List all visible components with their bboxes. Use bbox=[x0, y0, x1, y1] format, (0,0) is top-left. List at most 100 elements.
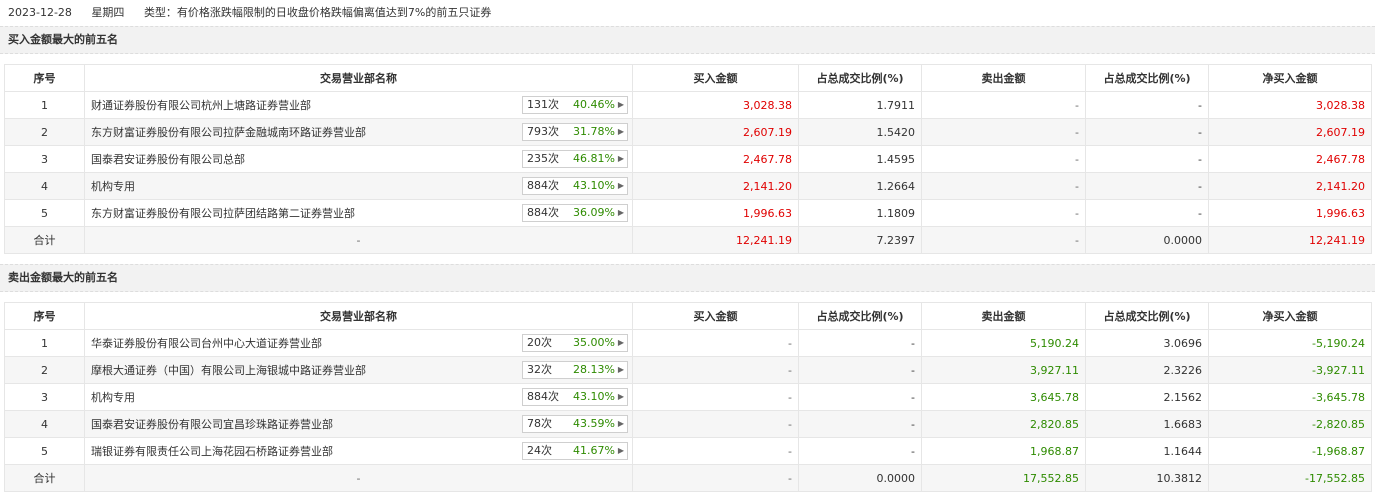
branch-name[interactable]: 财通证券股份有限公司杭州上塘路证券营业部 bbox=[91, 97, 311, 113]
col-buy-amount: 买入金额 bbox=[632, 64, 799, 92]
sell-amount: 2,820.85 bbox=[921, 410, 1086, 438]
caret-right-icon: ▶ bbox=[617, 338, 624, 347]
caret-right-icon: ▶ bbox=[617, 100, 624, 109]
sell-ratio: - bbox=[1085, 145, 1209, 173]
branch-name[interactable]: 摩根大通证券（中国）有限公司上海银城中路证券营业部 bbox=[91, 362, 366, 378]
caret-right-icon: ▶ bbox=[617, 154, 624, 163]
col-buy-ratio: 占总成交比例(%) bbox=[798, 302, 922, 330]
col-buy-amount: 买入金额 bbox=[632, 302, 799, 330]
success-rate-text: 31.78% bbox=[573, 125, 615, 138]
branch-name[interactable]: 国泰君安证券股份有限公司宜昌珍珠路证券营业部 bbox=[91, 416, 333, 432]
sell-amount: - bbox=[921, 199, 1086, 227]
table-row: 2 摩根大通证券（中国）有限公司上海银城中路证券营业部 32次 28.13% ▶ - -3,… bbox=[4, 356, 1372, 384]
count-box[interactable]: 20次 35.00% ▶ bbox=[522, 334, 628, 352]
sell-ratio: - bbox=[1085, 118, 1209, 146]
buy-table: 序号 交易营业部名称 买入金额 占总成交比例(%) 卖出金额 占总成交比例(%)… bbox=[4, 64, 1372, 254]
success-rate-text: 36.09% bbox=[573, 206, 615, 219]
count-box[interactable]: 131次 40.46% ▶ bbox=[522, 96, 628, 114]
branch-cell: 瑞银证券有限责任公司上海花园石桥路证券营业部 24次 41.67% ▶ bbox=[84, 437, 633, 465]
branch-name[interactable]: 机构专用 bbox=[91, 389, 135, 405]
net-amount: 2,467.78 bbox=[1208, 145, 1372, 173]
count-text: 32次 bbox=[527, 363, 552, 376]
branch-name[interactable]: 东方财富证券股份有限公司拉萨金融城南环路证券营业部 bbox=[91, 124, 366, 140]
branch-cell: 华泰证券股份有限公司台州中心大道证券营业部 20次 35.00% ▶ bbox=[84, 329, 633, 357]
total-buy-amount: - bbox=[632, 464, 799, 492]
branch-cell: 国泰君安证券股份有限公司总部 235次 46.81% ▶ bbox=[84, 145, 633, 173]
count-box[interactable]: 884次 36.09% ▶ bbox=[522, 204, 628, 222]
branch-cell: 国泰君安证券股份有限公司宜昌珍珠路证券营业部 78次 43.59% ▶ bbox=[84, 410, 633, 438]
col-branch-name: 交易营业部名称 bbox=[84, 302, 633, 330]
weekday-text: 星期四 bbox=[91, 6, 125, 19]
net-amount: -2,820.85 bbox=[1208, 410, 1372, 438]
sell-ratio: 1.6683 bbox=[1085, 410, 1209, 438]
table-row: 4 国泰君安证券股份有限公司宜昌珍珠路证券营业部 78次 43.59% ▶ - -2,820… bbox=[4, 410, 1372, 438]
net-amount: -3,927.11 bbox=[1208, 356, 1372, 384]
success-rate-text: 35.00% bbox=[573, 336, 615, 349]
branch-name[interactable]: 东方财富证券股份有限公司拉萨团结路第二证券营业部 bbox=[91, 205, 355, 221]
count-text: 884次 bbox=[527, 206, 559, 219]
branch-name[interactable]: 机构专用 bbox=[91, 178, 135, 194]
total-row: 合计 -12,241.19 7.2397-0.0000 12,241.19 bbox=[4, 226, 1372, 254]
branch-name[interactable]: 瑞银证券有限责任公司上海花园石桥路证券营业部 bbox=[91, 443, 333, 459]
count-text: 24次 bbox=[527, 444, 552, 457]
count-text: 78次 bbox=[527, 417, 552, 430]
branch-cell: 东方财富证券股份有限公司拉萨团结路第二证券营业部 884次 36.09% ▶ bbox=[84, 199, 633, 227]
success-rate-text: 28.13% bbox=[573, 363, 615, 376]
branch-cell: 财通证券股份有限公司杭州上塘路证券营业部 131次 40.46% ▶ bbox=[84, 91, 633, 119]
buy-ratio: - bbox=[798, 410, 922, 438]
count-text: 20次 bbox=[527, 336, 552, 349]
count-box[interactable]: 235次 46.81% ▶ bbox=[522, 150, 628, 168]
branch-cell: 机构专用 884次 43.10% ▶ bbox=[84, 383, 633, 411]
caret-right-icon: ▶ bbox=[617, 181, 624, 190]
buy-ratio: - bbox=[798, 437, 922, 465]
net-amount: -3,645.78 bbox=[1208, 383, 1372, 411]
count-box[interactable]: 793次 31.78% ▶ bbox=[522, 123, 628, 141]
count-text: 131次 bbox=[527, 98, 559, 111]
row-index: 3 bbox=[4, 383, 85, 411]
table-row: 1 财通证券股份有限公司杭州上塘路证券营业部 131次 40.46% ▶ 3,028.38… bbox=[4, 91, 1372, 119]
net-amount: -5,190.24 bbox=[1208, 329, 1372, 357]
branch-cell: 摩根大通证券（中国）有限公司上海银城中路证券营业部 32次 28.13% ▶ bbox=[84, 356, 633, 384]
total-label: 合计 bbox=[4, 226, 85, 254]
sell-amount: - bbox=[921, 118, 1086, 146]
col-index: 序号 bbox=[4, 64, 85, 92]
sell-amount: - bbox=[921, 91, 1086, 119]
caret-right-icon: ▶ bbox=[617, 365, 624, 374]
buy-table-header: 序号 交易营业部名称 买入金额 占总成交比例(%) 卖出金额 占总成交比例(%)… bbox=[4, 64, 1372, 92]
count-box[interactable]: 32次 28.13% ▶ bbox=[522, 361, 628, 379]
count-box[interactable]: 884次 43.10% ▶ bbox=[522, 388, 628, 406]
row-index: 1 bbox=[4, 91, 85, 119]
branch-cell: 东方财富证券股份有限公司拉萨金融城南环路证券营业部 793次 31.78% ▶ bbox=[84, 118, 633, 146]
success-rate-text: 41.67% bbox=[573, 444, 615, 457]
sell-ratio: - bbox=[1085, 91, 1209, 119]
total-net-amount: -17,552.85 bbox=[1208, 464, 1372, 492]
buy-amount: - bbox=[632, 383, 799, 411]
total-sell-ratio: 0.0000 bbox=[1085, 226, 1209, 254]
table-row: 5 瑞银证券有限责任公司上海花园石桥路证券营业部 24次 41.67% ▶ - -1,968… bbox=[4, 437, 1372, 465]
sell-ratio: - bbox=[1085, 172, 1209, 200]
table-row: 1 华泰证券股份有限公司台州中心大道证券营业部 20次 35.00% ▶ - -5,190.… bbox=[4, 329, 1372, 357]
count-box[interactable]: 78次 43.59% ▶ bbox=[522, 415, 628, 433]
col-sell-ratio: 占总成交比例(%) bbox=[1085, 64, 1209, 92]
buy-ratio: - bbox=[798, 356, 922, 384]
col-sell-amount: 卖出金额 bbox=[921, 302, 1086, 330]
branch-name[interactable]: 华泰证券股份有限公司台州中心大道证券营业部 bbox=[91, 335, 322, 351]
count-box[interactable]: 24次 41.67% ▶ bbox=[522, 442, 628, 460]
buy-ratio: 1.2664 bbox=[798, 172, 922, 200]
sell-amount: 5,190.24 bbox=[921, 329, 1086, 357]
info-line: 2023-12-28 星期四 类型：有价格涨跌幅限制的日收盘价格跌幅偏离值达到7… bbox=[0, 0, 1375, 26]
buy-ratio: 1.4595 bbox=[798, 145, 922, 173]
table-row: 5 东方财富证券股份有限公司拉萨团结路第二证券营业部 884次 36.09% ▶ 1,99… bbox=[4, 199, 1372, 227]
net-amount: -1,968.87 bbox=[1208, 437, 1372, 465]
count-box[interactable]: 884次 43.10% ▶ bbox=[522, 177, 628, 195]
row-index: 3 bbox=[4, 145, 85, 173]
branch-name[interactable]: 国泰君安证券股份有限公司总部 bbox=[91, 151, 245, 167]
count-text: 884次 bbox=[527, 390, 559, 403]
col-buy-ratio: 占总成交比例(%) bbox=[798, 64, 922, 92]
success-rate-text: 40.46% bbox=[573, 98, 615, 111]
date-text: 2023-12-28 bbox=[8, 6, 72, 19]
sell-amount: - bbox=[921, 145, 1086, 173]
sell-ratio: - bbox=[1085, 199, 1209, 227]
caret-right-icon: ▶ bbox=[617, 392, 624, 401]
branch-cell: 机构专用 884次 43.10% ▶ bbox=[84, 172, 633, 200]
